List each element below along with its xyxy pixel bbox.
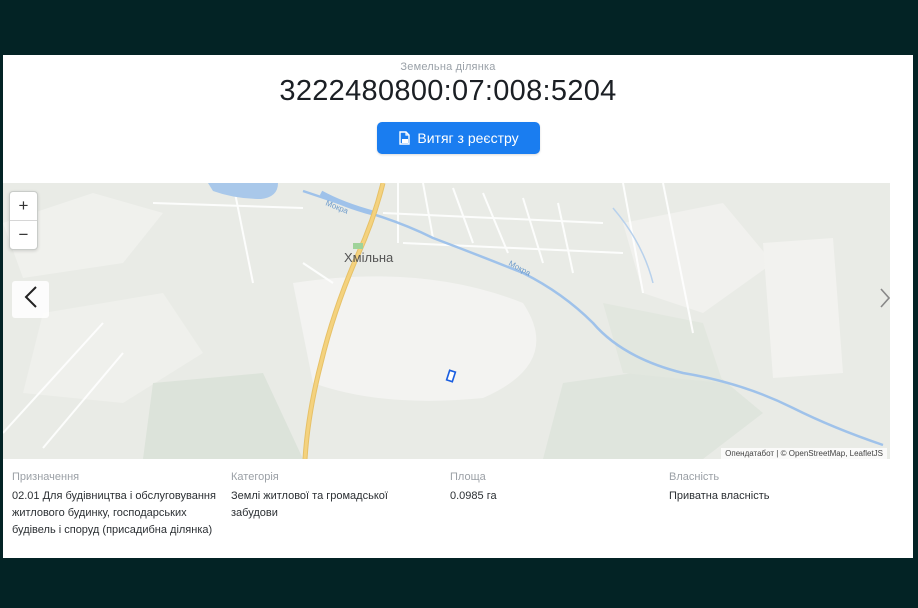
- detail-ownership: Власність Приватна власність: [669, 471, 869, 505]
- detail-value: 0.0985 га: [450, 490, 497, 502]
- page-subtitle: Земельна ділянка: [400, 61, 496, 73]
- detail-label: Категорія: [231, 471, 279, 483]
- detail-value: 02.01 Для будівництва і обслуговування ж…: [12, 490, 216, 536]
- map-tiles: Мокра Мокра: [3, 183, 890, 459]
- parcel-header: Земельна ділянка 3222480800:07:008:5204 …: [3, 55, 893, 183]
- detail-label: Власність: [669, 471, 720, 483]
- detail-label: Площа: [450, 471, 486, 483]
- parcel-card: Земельна ділянка 3222480800:07:008:5204 …: [3, 55, 913, 558]
- cadastre-number: 3222480800:07:008:5204: [279, 75, 617, 107]
- chevron-left-icon: [24, 285, 38, 314]
- detail-value: Приватна власність: [669, 490, 770, 502]
- document-icon: [398, 130, 411, 146]
- chevron-right-icon: [879, 287, 890, 314]
- map-view[interactable]: Мокра Мокра + − Хмільна Опендатабот | © …: [3, 183, 890, 459]
- previous-button[interactable]: [12, 281, 49, 318]
- detail-value: Землі житлової та громадської забудови: [231, 490, 388, 519]
- registry-extract-label: Витяг з реєстру: [417, 130, 519, 146]
- detail-area: Площа 0.0985 га: [450, 471, 650, 505]
- detail-category: Категорія Землі житлової та громадської …: [231, 471, 441, 522]
- next-button[interactable]: [875, 285, 890, 315]
- registry-extract-button[interactable]: Витяг з реєстру: [377, 122, 540, 154]
- zoom-out-button[interactable]: −: [10, 221, 37, 249]
- detail-purpose: Призначення 02.01 Для будівництва і обсл…: [12, 471, 227, 539]
- map-place-label: Хмільна: [344, 250, 394, 265]
- zoom-in-button[interactable]: +: [10, 192, 37, 221]
- zoom-control: + −: [9, 191, 38, 250]
- map-attribution[interactable]: Опендатабот | © OpenStreetMap, LeafletJS: [721, 448, 887, 459]
- detail-label: Призначення: [12, 471, 80, 483]
